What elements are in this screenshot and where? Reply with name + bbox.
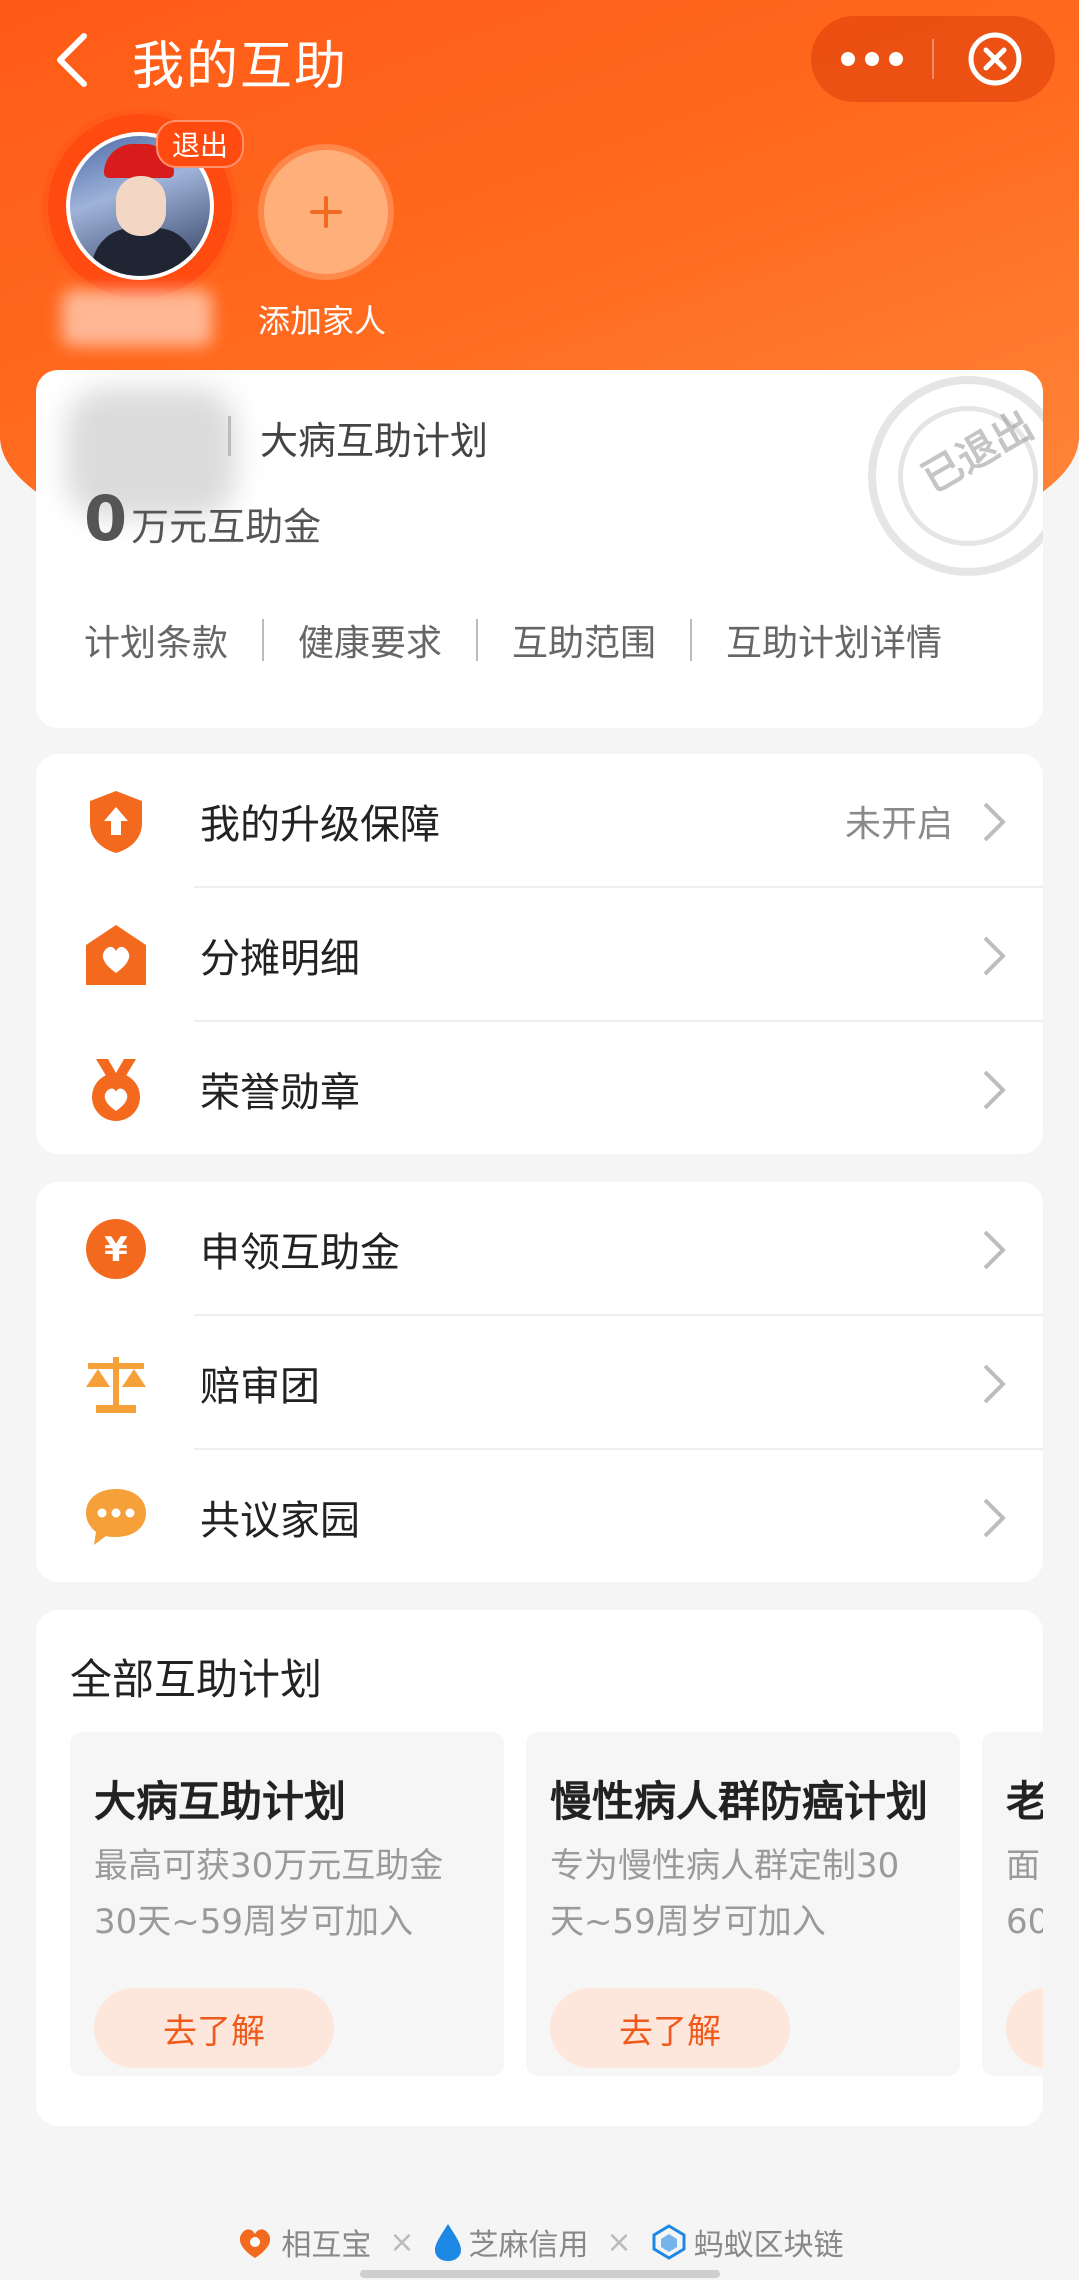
more-dots-icon xyxy=(840,52,903,66)
menu-status: 未开启 xyxy=(844,804,953,845)
tile-title: 老 xyxy=(1006,1777,1043,1826)
plus-icon xyxy=(310,196,342,228)
learn-more-button[interactable]: 去了解 xyxy=(550,1988,790,2068)
menu-label: 我的升级保障 xyxy=(200,802,440,848)
learn-more-button[interactable]: 去了解 xyxy=(94,1988,334,2068)
amount-unit: 万元互助金 xyxy=(131,505,322,549)
plan-name: 大病互助计划 xyxy=(260,419,489,463)
learn-more-button[interactable] xyxy=(1006,1988,1043,2068)
menu-label: 荣誉勋章 xyxy=(200,1070,360,1116)
menu-label: 赔审团 xyxy=(200,1364,320,1410)
tile-title: 慢性病人群防癌计划 xyxy=(550,1777,929,1826)
brand-separator: × xyxy=(606,2224,632,2260)
link-divider xyxy=(262,619,265,661)
brand-ant-blockchain: 蚂蚁区块链 xyxy=(650,2220,844,2264)
add-family-label: 添加家人 xyxy=(258,302,387,340)
chevron-right-icon xyxy=(983,802,1006,842)
tile-title: 大病互助计划 xyxy=(94,1777,347,1826)
chevron-right-icon xyxy=(983,1498,1006,1538)
plan-tile-critical-illness[interactable]: 大病互助计划 最高可获30万元互助金 30天~59周岁可加入 去了解 xyxy=(70,1732,504,2076)
exit-badge: 退出 xyxy=(156,120,245,168)
chevron-right-icon xyxy=(983,1070,1006,1110)
yuan-icon: ¥ xyxy=(86,1219,146,1279)
add-family-button[interactable] xyxy=(264,150,388,274)
medal-heart-icon xyxy=(92,1059,140,1121)
chevron-right-icon xyxy=(983,1230,1006,1270)
brand-xianghubao: 相互宝 xyxy=(235,2220,371,2264)
blurred-member-name xyxy=(62,290,212,346)
link-plan-details[interactable]: 互助计划详情 xyxy=(726,614,942,666)
menu-item-upgrade-protection[interactable]: 我的升级保障 未开启 xyxy=(36,754,1043,888)
blockchain-icon xyxy=(652,2224,686,2260)
tile-description: 面 60 xyxy=(1006,1846,1043,1942)
footer-brands: 相互宝 × 芝麻信用 × 蚂蚁区块链 xyxy=(0,2220,1079,2264)
link-divider xyxy=(476,619,479,661)
amount-value: 0 xyxy=(84,482,128,555)
house-heart-icon xyxy=(86,925,146,985)
mini-program-capsule xyxy=(811,16,1055,102)
close-button[interactable] xyxy=(934,16,1055,102)
menu-group-protection: 我的升级保障 未开启 分摊明细 荣誉勋章 xyxy=(36,754,1043,1154)
menu-item-cost-detail[interactable]: 分摊明细 xyxy=(36,888,1043,1022)
menu-item-honor-medal[interactable]: 荣誉勋章 xyxy=(36,1022,1043,1156)
plan-links: 计划条款 健康要求 互助范围 互助计划详情 xyxy=(84,614,1024,666)
scales-icon xyxy=(86,1357,146,1413)
all-plans-card: 全部互助计划 大病互助计划 最高可获30万元互助金 30天~59周岁可加入 去了… xyxy=(36,1610,1043,2126)
link-health-requirements[interactable]: 健康要求 xyxy=(298,614,442,666)
back-button[interactable] xyxy=(44,28,100,92)
water-drop-icon xyxy=(434,2224,461,2261)
menu-item-community[interactable]: 共议家园 xyxy=(36,1450,1043,1584)
tile-description: 专为慢性病人群定制30 天~59周岁可加入 xyxy=(550,1846,900,1942)
menu-group-claims: ¥ 申领互助金 赔审团 共议家园 xyxy=(36,1182,1043,1582)
section-title: 全部互助计划 xyxy=(70,1655,323,1704)
home-indicator xyxy=(360,2270,720,2278)
close-circle-icon xyxy=(968,32,1021,86)
brand-zhima-credit: 芝麻信用 xyxy=(433,2220,589,2264)
chevron-right-icon xyxy=(983,936,1006,976)
chevron-left-icon xyxy=(57,33,87,87)
chevron-right-icon xyxy=(983,1364,1006,1404)
plan-card[interactable]: 大病互助计划 0 万元互助金 已退出 计划条款 健康要求 互助范围 互助计划详情 xyxy=(36,370,1043,728)
xianghubao-logo-icon xyxy=(240,2229,271,2258)
plan-tile-chronic-cancer[interactable]: 慢性病人群防癌计划 专为慢性病人群定制30 天~59周岁可加入 去了解 xyxy=(526,1732,960,2076)
plan-amount: 0 万元互助金 xyxy=(84,482,321,555)
chat-bubble-icon xyxy=(86,1489,146,1545)
link-divider xyxy=(690,619,693,661)
svg-text:¥: ¥ xyxy=(104,1230,128,1270)
more-button[interactable] xyxy=(811,16,932,102)
menu-item-jury[interactable]: 赔审团 xyxy=(36,1316,1043,1450)
link-plan-terms[interactable]: 计划条款 xyxy=(84,614,228,666)
link-coverage-scope[interactable]: 互助范围 xyxy=(512,614,656,666)
menu-item-claim-funds[interactable]: ¥ 申领互助金 xyxy=(36,1182,1043,1316)
plan-divider xyxy=(228,416,231,456)
shield-up-icon xyxy=(90,791,142,853)
page-title: 我的互助 xyxy=(132,37,349,97)
brand-separator: × xyxy=(389,2224,415,2260)
menu-label: 申领互助金 xyxy=(200,1230,400,1276)
menu-label: 分摊明细 xyxy=(200,936,360,982)
plan-tile-elderly[interactable]: 老 面 60 xyxy=(982,1732,1043,2076)
menu-label: 共议家园 xyxy=(200,1498,360,1544)
tile-description: 最高可获30万元互助金 30天~59周岁可加入 xyxy=(94,1846,444,1942)
